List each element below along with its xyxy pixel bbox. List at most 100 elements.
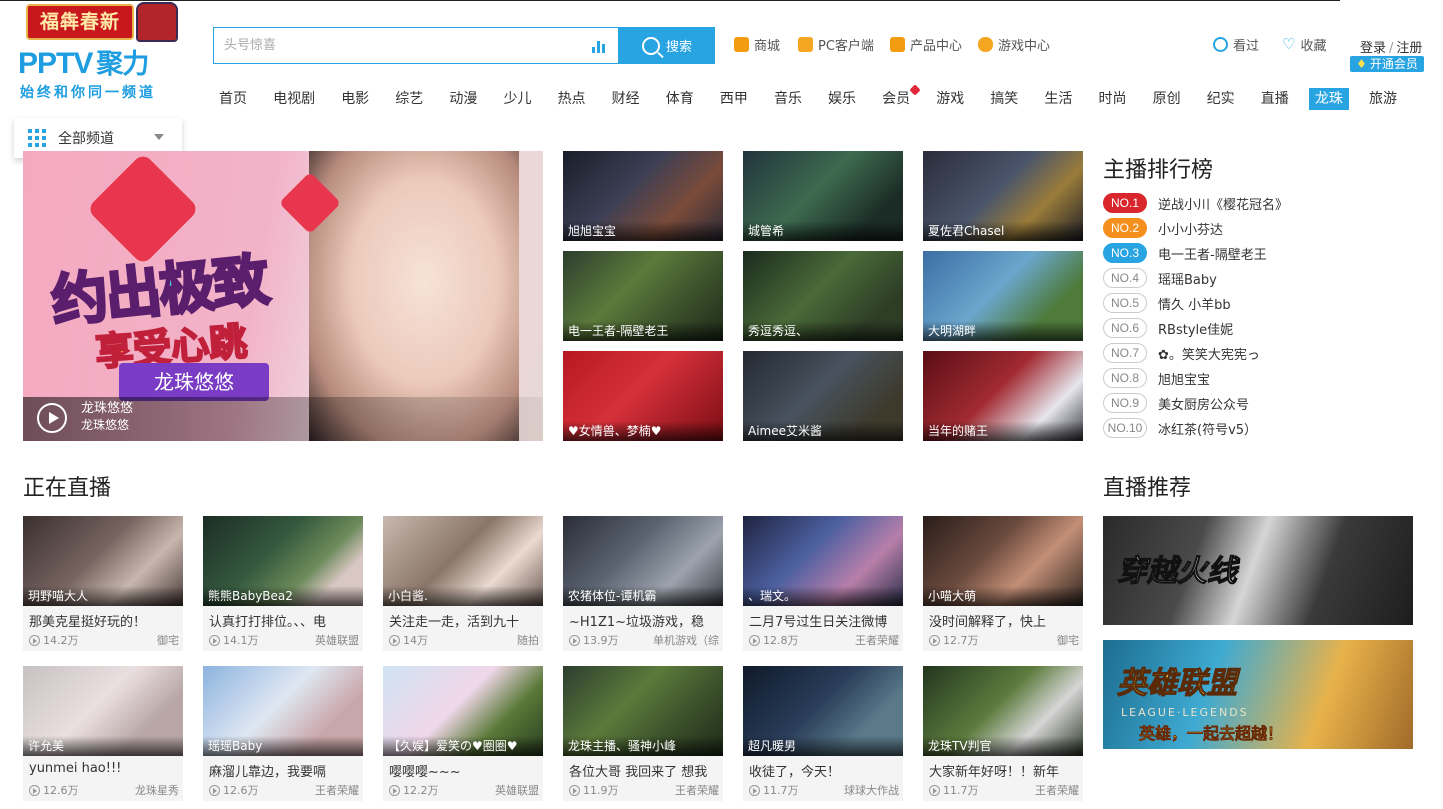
- live-title: 认真打打排位。、、电: [209, 615, 327, 630]
- all-channels-label: 全部频道: [58, 131, 114, 147]
- featured-stream[interactable]: 秀逗秀逗、: [743, 251, 903, 341]
- ranking-item[interactable]: NO.2 小小小芬达: [1103, 218, 1223, 238]
- recommend-banner-crossfire[interactable]: 穿越火线: [1103, 516, 1413, 625]
- nav-item[interactable]: 体育: [660, 88, 700, 110]
- live-category[interactable]: 御宅: [1057, 632, 1079, 648]
- nav-item[interactable]: 搞笑: [984, 88, 1024, 110]
- ranking-title: 主播排行榜: [1103, 158, 1214, 183]
- nav-item[interactable]: 西甲: [714, 88, 754, 110]
- featured-stream[interactable]: 旭旭宝宝: [563, 151, 723, 241]
- ranking-item[interactable]: NO.9 美女厨房公众号: [1103, 393, 1249, 413]
- nav-item[interactable]: 音乐: [768, 88, 808, 110]
- nav-item[interactable]: 综艺: [389, 88, 429, 110]
- featured-stream[interactable]: Aimee艾米酱: [743, 351, 903, 441]
- live-category[interactable]: 龙珠星秀: [135, 782, 179, 798]
- live-title: 那美克星挺好玩的！: [29, 615, 147, 630]
- rank-badge: NO.2: [1103, 218, 1147, 238]
- clock-icon: [1213, 37, 1228, 52]
- live-card[interactable]: 小白酱. 关注走一走，活到九十 14万 随拍: [383, 516, 543, 654]
- brand-wordmark: PPTV 聚力: [18, 47, 149, 80]
- recommend-title: 直播推荐: [1103, 476, 1192, 501]
- nav-item-active[interactable]: 龙珠: [1308, 88, 1349, 110]
- featured-stream[interactable]: 当年的赌王: [923, 351, 1083, 441]
- live-category[interactable]: 英雄联盟: [315, 632, 359, 648]
- live-card[interactable]: 【久娱】爱笑の♥圈圈♥ 嘤嘤嘤~~~ 12.2万 英雄联盟: [383, 666, 543, 804]
- nav-item[interactable]: 电视剧: [267, 88, 321, 110]
- history-link[interactable]: 看过: [1213, 35, 1259, 54]
- heart-icon: ♡: [1282, 35, 1296, 53]
- live-card[interactable]: 农猪体位-谭机霸 ~H1Z1~垃圾游戏，稳 13.9万 单机游戏（综: [563, 516, 723, 654]
- nav-item[interactable]: 直播: [1255, 88, 1295, 110]
- live-thumbnail: 小喵大萌: [923, 516, 1083, 606]
- featured-stream[interactable]: 电一王者-隔壁老王: [563, 251, 723, 341]
- featured-stream[interactable]: ♥女情兽、梦楠♥: [563, 351, 723, 441]
- pc-client-link[interactable]: PC客户端: [798, 35, 874, 54]
- nav-item[interactable]: 电影: [335, 88, 375, 110]
- nav-item[interactable]: 旅游: [1363, 88, 1403, 110]
- nav-item[interactable]: 财经: [606, 88, 646, 110]
- ranking-item[interactable]: NO.7 ✿。笑笑大宪宪っ: [1103, 343, 1260, 363]
- nav-item[interactable]: 少儿: [497, 88, 537, 110]
- pptv-logo[interactable]: 福犇春新 PPTV 聚力 始终和你同一频道: [14, 2, 184, 102]
- live-card[interactable]: 龙珠TV判官 大家新年好呀！！新年 11.7万 王者荣耀: [923, 666, 1083, 804]
- live-category[interactable]: 王者荣耀: [675, 782, 719, 798]
- live-title: 收徒了，今天！: [749, 765, 841, 780]
- nav-item[interactable]: 首页: [213, 88, 253, 110]
- live-card[interactable]: 许允美 yunmei hao!!! 12.6万 龙珠星秀: [23, 666, 183, 804]
- live-card[interactable]: 小喵大萌 没时间解释了，快上 12.7万 御宅: [923, 516, 1083, 654]
- nav-item[interactable]: 游戏: [930, 88, 970, 110]
- rank-badge: NO.3: [1103, 243, 1147, 263]
- views-icon: [29, 784, 40, 796]
- live-card[interactable]: 熊熊BabyBea2 认真打打排位。、、电 14.1万 英雄联盟: [203, 516, 363, 654]
- recommend-banner-lol[interactable]: 英雄联盟 LEAGUE·LEGENDS 英雄，一起去超越！: [1103, 640, 1413, 749]
- nav-item[interactable]: 热点: [552, 88, 592, 110]
- ranking-item[interactable]: NO.8 旭旭宝宝: [1103, 368, 1210, 388]
- ranking-item[interactable]: NO.5 情久 小羊bb: [1103, 293, 1231, 313]
- register-link[interactable]: 注册: [1396, 41, 1422, 56]
- live-category[interactable]: 王者荣耀: [315, 782, 359, 798]
- live-card[interactable]: 、瑞文。 二月7号过生日关注微博 12.8万 王者荣耀: [743, 516, 903, 654]
- live-card[interactable]: 超凡暖男 收徒了，今天！ 11.7万 球球大作战: [743, 666, 903, 804]
- nav-item[interactable]: 娱乐: [822, 88, 862, 110]
- live-category[interactable]: 英雄联盟: [495, 782, 539, 798]
- login-link[interactable]: 登录: [1360, 41, 1386, 56]
- featured-stream[interactable]: 大明湖畔: [923, 251, 1083, 341]
- rank-badge: NO.1: [1103, 193, 1147, 213]
- live-card[interactable]: 瑶瑶Baby 麻溜儿靠边，我要嗝 12.6万 王者荣耀: [203, 666, 363, 804]
- rank-badge: NO.9: [1103, 393, 1147, 413]
- ranking-item[interactable]: NO.10 冰红茶(符号v5）: [1103, 418, 1257, 438]
- live-category[interactable]: 王者荣耀: [1035, 782, 1079, 798]
- mall-link[interactable]: 商城: [734, 35, 780, 54]
- live-category[interactable]: 王者荣耀: [855, 632, 899, 648]
- ranking-item[interactable]: NO.6 RBstyle佳妮: [1103, 318, 1233, 338]
- nav-item-vip[interactable]: 会员: [876, 84, 921, 110]
- live-category[interactable]: 单机游戏（综: [653, 632, 719, 648]
- nav-item[interactable]: 生活: [1038, 88, 1078, 110]
- products-link[interactable]: 产品中心: [890, 35, 962, 54]
- favorites-link[interactable]: ♡ 收藏: [1282, 35, 1326, 55]
- search-input[interactable]: [214, 28, 574, 63]
- live-card[interactable]: 玥野喵大人 那美克星挺好玩的！ 14.2万 御宅: [23, 516, 183, 654]
- live-category[interactable]: 球球大作战: [844, 782, 899, 798]
- search-button[interactable]: 搜索: [619, 27, 715, 64]
- nav-item[interactable]: 纪实: [1201, 88, 1241, 110]
- game-center-link[interactable]: 游戏中心: [978, 35, 1050, 54]
- banner-title: 英雄联盟: [1117, 666, 1238, 702]
- live-category[interactable]: 御宅: [157, 632, 179, 648]
- trending-bars-icon[interactable]: [592, 39, 606, 53]
- live-thumbnail: 玥野喵大人: [23, 516, 183, 606]
- nav-item[interactable]: 原创: [1147, 88, 1187, 110]
- nav-item[interactable]: 时尚: [1093, 88, 1133, 110]
- live-thumbnail: 超凡暖男: [743, 666, 903, 756]
- hero-banner[interactable]: 约出极致 享受心跳 龙珠悠悠 龙珠悠悠 龙珠悠悠: [23, 151, 543, 441]
- live-category[interactable]: 随拍: [517, 632, 539, 648]
- vip-button[interactable]: 开通会员: [1350, 56, 1424, 72]
- ranking-item[interactable]: NO.4 瑶瑶Baby: [1103, 268, 1217, 288]
- play-icon[interactable]: [37, 403, 67, 433]
- nav-item[interactable]: 动漫: [443, 88, 483, 110]
- ranking-item[interactable]: NO.1 逆战小川《樱花冠名》: [1103, 193, 1288, 213]
- live-card[interactable]: 龙珠主播、骚神小峰 各位大哥 我回来了 想我 11.9万 王者荣耀: [563, 666, 723, 804]
- featured-stream[interactable]: 夏佐君Chasel: [923, 151, 1083, 241]
- ranking-item[interactable]: NO.3 电一王者-隔壁老王: [1103, 243, 1267, 263]
- featured-stream[interactable]: 城管希: [743, 151, 903, 241]
